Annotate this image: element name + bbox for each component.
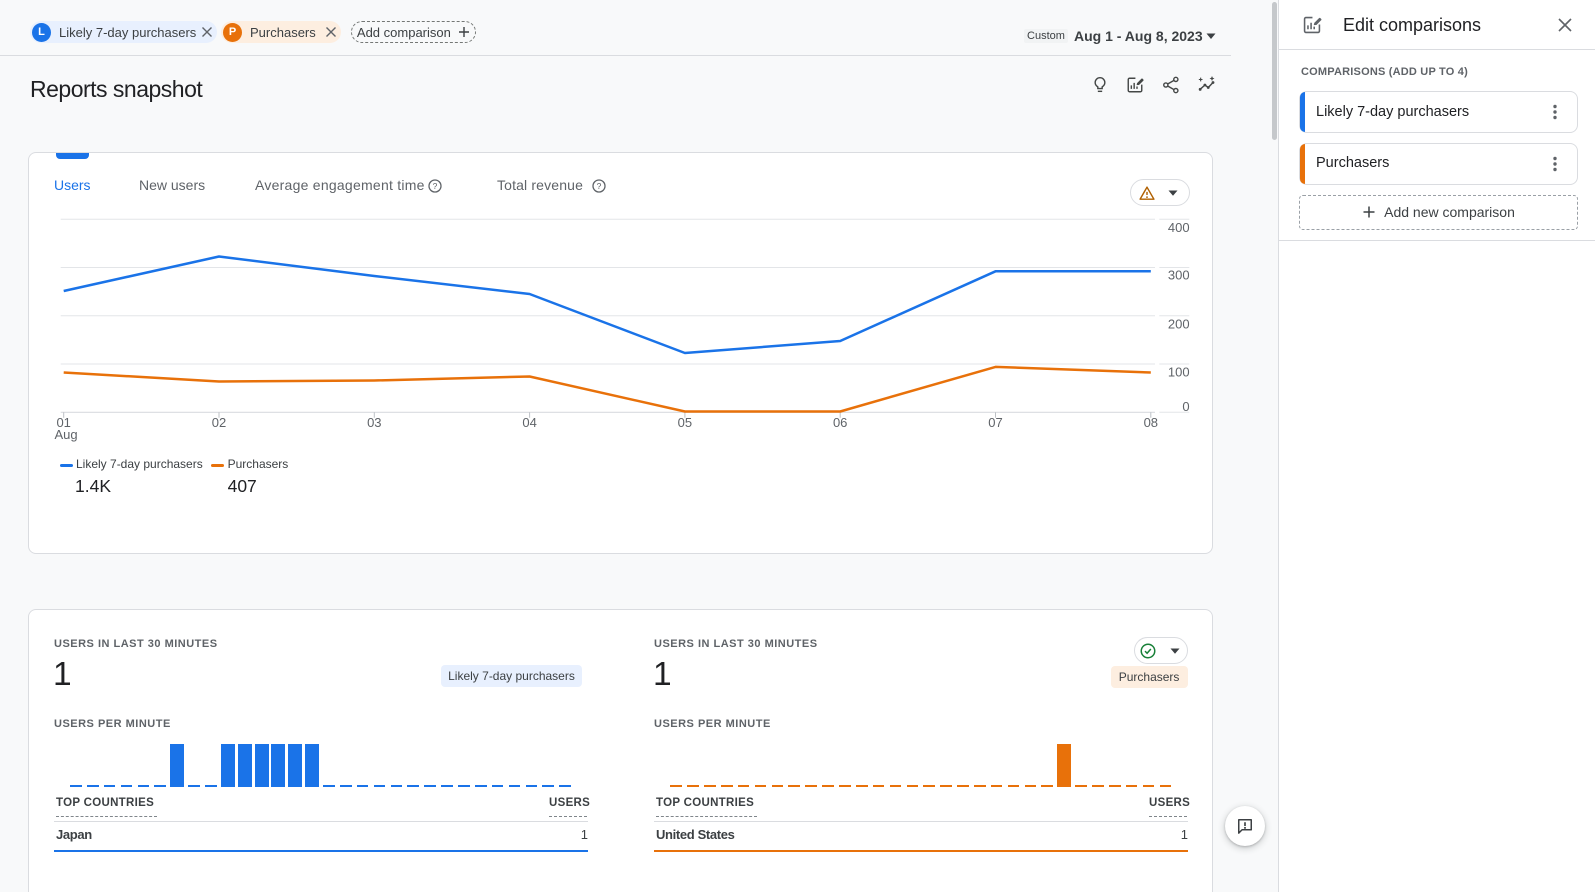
svg-text:02: 02 (212, 415, 226, 430)
svg-text:400: 400 (1168, 220, 1190, 235)
svg-text:07: 07 (988, 415, 1002, 430)
svg-text:05: 05 (678, 415, 692, 430)
svg-text:100: 100 (1168, 365, 1190, 380)
svg-text:0: 0 (1182, 399, 1189, 414)
svg-text:300: 300 (1168, 268, 1190, 283)
svg-text:04: 04 (522, 415, 536, 430)
svg-text:08: 08 (1144, 415, 1158, 430)
svg-text:03: 03 (367, 415, 381, 430)
svg-text:200: 200 (1168, 317, 1190, 332)
svg-text:06: 06 (833, 415, 847, 430)
svg-text:Aug: Aug (55, 427, 78, 442)
